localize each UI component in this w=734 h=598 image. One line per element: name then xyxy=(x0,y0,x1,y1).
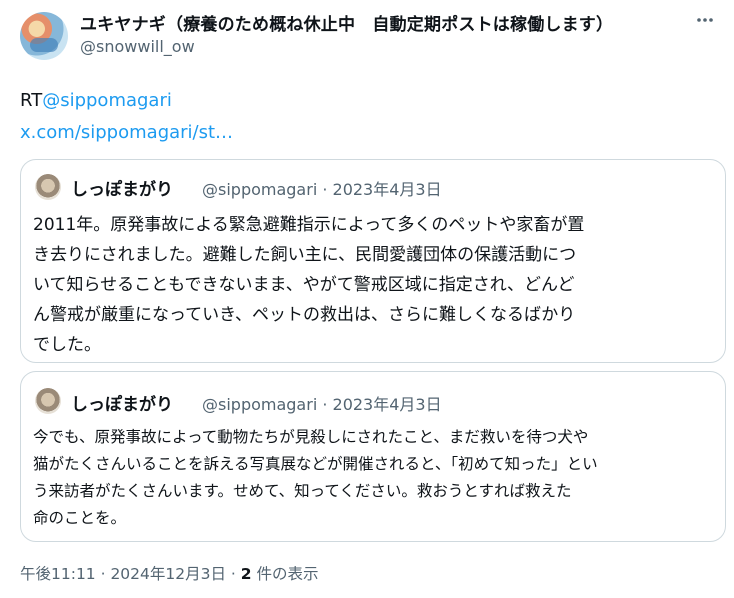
tweet-text: RT@sippomagari x.com/sippomagari/st… xyxy=(20,85,233,149)
quote-avatar xyxy=(35,388,61,414)
quote-body: 2011年。原発事故による緊急避難指示によって多くのペットや家畜が置 き去りにさ… xyxy=(33,210,715,360)
mention-link[interactable]: @sippomagari xyxy=(42,90,172,111)
more-dots-icon xyxy=(697,18,713,22)
tweet-url-link[interactable]: x.com/sippomagari/st… xyxy=(20,117,233,149)
tweet-footer: 午後11:11 · 2024年12月3日 · 2 件の表示 xyxy=(20,562,319,584)
rt-prefix: RT xyxy=(20,90,43,111)
timestamp[interactable]: 午後11:11 · 2024年12月3日 · xyxy=(20,565,241,583)
quote-line: う来訪者がたくさんいます。せめて、知ってください。救おうとすれば救えた xyxy=(33,482,572,500)
views-label: 件の表示 xyxy=(251,565,319,583)
quote-body: 今でも、原発事故によって動物たちが見殺しにされたこと、まだ救いを待つ犬や 猫がた… xyxy=(33,424,715,532)
quote-tweet-1[interactable]: しっぽまがり @sippomagari · 2023年4月3日 2011年。原発… xyxy=(20,159,726,363)
tweet-rt-line: RT@sippomagari xyxy=(20,85,233,117)
quote-line: き去りにされました。避難した飼い主に、民間愛護団体の保護活動につ xyxy=(33,245,577,265)
quote-line: 2011年。原発事故による緊急避難指示によって多くのペットや家畜が置 xyxy=(33,215,585,235)
user-handle[interactable]: @snowwill_ow xyxy=(80,37,195,56)
quote-meta: @sippomagari · 2023年4月3日 xyxy=(202,395,442,414)
quote-line: 今でも、原発事故によって動物たちが見殺しにされたこと、まだ救いを待つ犬や xyxy=(33,428,589,446)
avatar[interactable] xyxy=(20,12,68,60)
quote-line: でした。 xyxy=(33,335,101,355)
quote-line: いて知らせることもできないまま、やがて警戒区域に指定され、どんど xyxy=(33,275,575,295)
quote-tweet-2[interactable]: しっぽまがり @sippomagari · 2023年4月3日 今でも、原発事故… xyxy=(20,371,726,542)
quote-avatar xyxy=(35,174,61,200)
display-name[interactable]: ユキヤナギ（療養のため概ね休止中 自動定期ポストは稼働します） xyxy=(80,10,613,35)
quote-line: ん警戒が厳重になっていき、ペットの救出は、さらに難しくなるばかり xyxy=(33,305,576,325)
quote-meta: @sippomagari · 2023年4月3日 xyxy=(202,180,442,199)
more-icon[interactable] xyxy=(690,10,720,36)
views-count: 2 xyxy=(240,565,252,583)
quote-author-name: しっぽまがり xyxy=(71,395,173,415)
quote-line: 命のことを。 xyxy=(33,509,127,527)
quote-line: 猫がたくさんいることを訴える写真展などが開催されると、「初めて知った」とい xyxy=(33,455,598,473)
quote-author-name: しっぽまがり xyxy=(71,180,173,200)
